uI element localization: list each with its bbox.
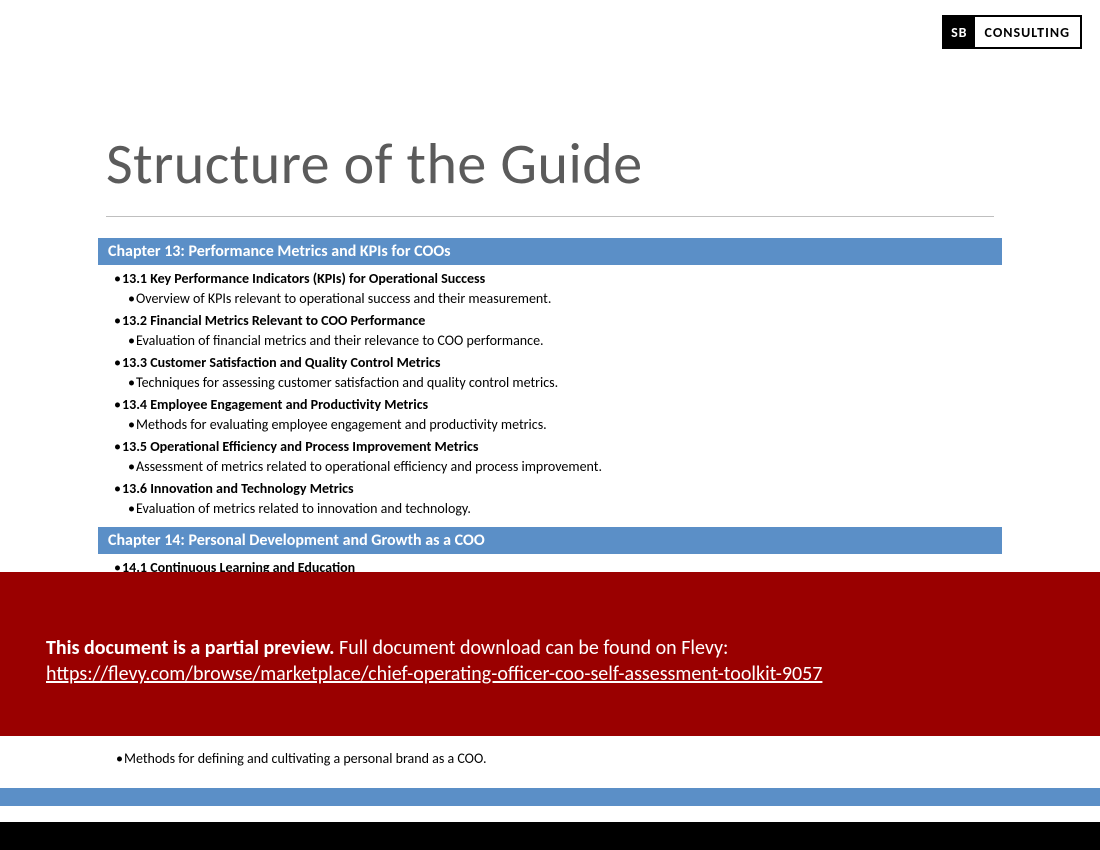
cutoff-line: •Methods for defining and cultivating a …	[116, 750, 487, 767]
footer-strip	[0, 788, 1100, 806]
preview-banner: This document is a partial preview. Full…	[0, 572, 1100, 736]
logo-wordmark: CONSULTING	[975, 17, 1080, 47]
section-heading: •13.6 Innovation and Technology Metrics	[114, 479, 1002, 499]
banner-rest: Full document download can be found on F…	[335, 636, 729, 660]
section-heading: •13.5 Operational Efficiency and Process…	[114, 437, 1002, 457]
slide: SB CONSULTING Structure of the Guide Cha…	[0, 0, 1100, 850]
section-heading: •13.3 Customer Satisfaction and Quality …	[114, 353, 1002, 373]
section-description: •Evaluation of financial metrics and the…	[128, 331, 1002, 354]
section-description: •Assessment of metrics related to operat…	[128, 457, 1002, 480]
banner-lead: This document is a partial preview.	[46, 636, 335, 660]
chapter-header: Chapter 13: Performance Metrics and KPIs…	[98, 238, 1002, 265]
toc-body: Chapter 13: Performance Metrics and KPIs…	[98, 238, 1002, 620]
chapter-header: Chapter 14: Personal Development and Gro…	[98, 527, 1002, 554]
logo-mark: SB	[944, 17, 974, 47]
section-description: •Evaluation of metrics related to innova…	[128, 499, 1002, 522]
section-heading: •13.4 Employee Engagement and Productivi…	[114, 395, 1002, 415]
company-logo: SB CONSULTING	[942, 15, 1082, 49]
section-description: •Methods for evaluating employee engagem…	[128, 415, 1002, 438]
section-heading: •13.2 Financial Metrics Relevant to COO …	[114, 311, 1002, 331]
page-title: Structure of the Guide	[106, 128, 643, 199]
cutoff-text: Methods for defining and cultivating a p…	[124, 750, 487, 767]
section-heading: •13.1 Key Performance Indicators (KPIs) …	[114, 269, 1002, 289]
banner-text: This document is a partial preview. Full…	[46, 636, 1054, 660]
section-description: •Overview of KPIs relevant to operationa…	[128, 289, 1002, 312]
section-description: •Techniques for assessing customer satis…	[128, 373, 1002, 396]
title-divider	[106, 216, 994, 217]
banner-link[interactable]: https://flevy.com/browse/marketplace/chi…	[46, 662, 822, 686]
footer-black	[0, 822, 1100, 850]
